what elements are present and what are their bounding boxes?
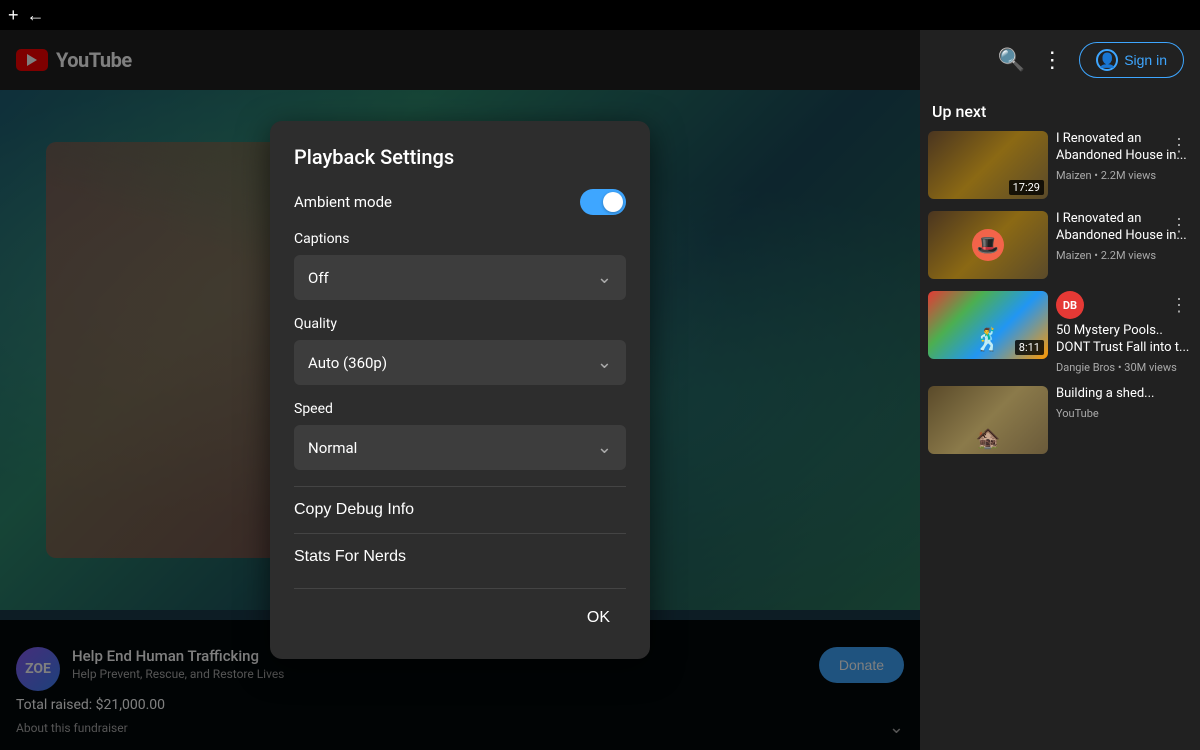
back-button[interactable]: ←	[27, 5, 45, 26]
sidebar-meta-1: Maizen • 2.2M views	[1056, 169, 1192, 182]
sidebar-thumb-2: 🎩	[928, 211, 1048, 279]
sidebar-video-1[interactable]: 17:29 I Renovated an Abandoned House in.…	[928, 131, 1192, 199]
sidebar-thumb-3: 🕺 8:11	[928, 291, 1048, 359]
add-button[interactable]: +	[8, 5, 19, 26]
speed-value: Normal	[308, 439, 357, 457]
sidebar-title-4: Building a shed...	[1056, 386, 1192, 403]
ambient-mode-row: Ambient mode	[294, 189, 626, 215]
ambient-mode-label: Ambient mode	[294, 193, 392, 211]
sidebar-title-3: 50 Mystery Pools.. DONT Trust Fall into …	[1056, 323, 1192, 357]
dialog-overlay: Playback Settings Ambient mode Captions …	[0, 30, 920, 750]
dialog-footer: OK	[294, 588, 626, 635]
copy-debug-info-button[interactable]: Copy Debug Info	[294, 486, 626, 533]
captions-value: Off	[308, 269, 329, 287]
ok-button[interactable]: OK	[571, 601, 626, 635]
sidebar-video-4[interactable]: 🏚️ Building a shed... YouTube	[928, 386, 1192, 454]
nav-bar: + ←	[0, 0, 1200, 30]
speed-chevron: ⌄	[597, 437, 612, 458]
toggle-knob	[603, 192, 623, 212]
account-icon: 👤	[1096, 49, 1118, 71]
duration-1: 17:29	[1009, 180, 1044, 195]
sign-in-button[interactable]: 👤 Sign in	[1079, 42, 1184, 78]
speed-label: Speed	[294, 401, 626, 417]
sidebar-video-3[interactable]: 🕺 8:11 DB 50 Mystery Pools.. DONT Trust …	[928, 291, 1192, 374]
sidebar: Up next 17:29 I Renovated an Abandoned H…	[920, 90, 1200, 750]
sidebar-video-2[interactable]: 🎩 I Renovated an Abandoned House in... M…	[928, 211, 1192, 279]
speed-dropdown[interactable]: Normal ⌄	[294, 425, 626, 470]
up-next-label: Up next	[928, 102, 1192, 121]
more-options-button[interactable]: ⋮	[1041, 47, 1063, 73]
captions-dropdown[interactable]: Off ⌄	[294, 255, 626, 300]
dialog-title: Playback Settings	[294, 145, 626, 169]
sidebar-thumb-4: 🏚️	[928, 386, 1048, 454]
sidebar-info-4: Building a shed... YouTube	[1056, 386, 1192, 454]
captions-label: Captions	[294, 231, 626, 247]
sidebar-more-btn-3[interactable]: ⋮	[1166, 291, 1192, 320]
quality-value: Auto (360p)	[308, 354, 387, 372]
duration-3: 8:11	[1015, 340, 1044, 355]
sidebar-thumb-1: 17:29	[928, 131, 1048, 199]
quality-label: Quality	[294, 316, 626, 332]
search-button[interactable]: 🔍	[998, 47, 1025, 73]
header-right: 🔍 ⋮ 👤 Sign in	[998, 42, 1184, 78]
stats-for-nerds-button[interactable]: Stats For Nerds	[294, 533, 626, 580]
quality-dropdown[interactable]: Auto (360p) ⌄	[294, 340, 626, 385]
sidebar-meta-3: Dangie Bros • 30M views	[1056, 361, 1192, 374]
channel-avatar-3: DB	[1056, 291, 1084, 319]
quality-chevron: ⌄	[597, 352, 612, 373]
captions-chevron: ⌄	[597, 267, 612, 288]
ambient-mode-toggle[interactable]	[580, 189, 626, 215]
sidebar-more-btn-1[interactable]: ⋮	[1166, 131, 1192, 160]
playback-settings-dialog: Playback Settings Ambient mode Captions …	[270, 121, 650, 659]
sidebar-meta-4: YouTube	[1056, 407, 1192, 420]
sidebar-meta-2: Maizen • 2.2M views	[1056, 249, 1192, 262]
sidebar-more-btn-2[interactable]: ⋮	[1166, 211, 1192, 240]
